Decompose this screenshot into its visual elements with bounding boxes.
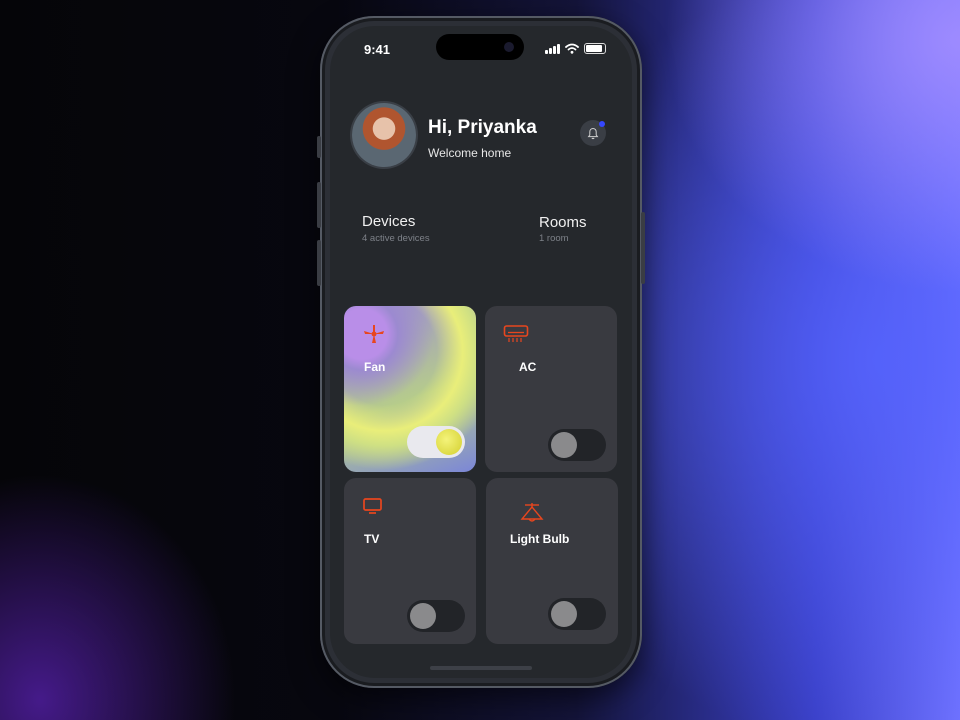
- tab-rooms-count: 1 room: [539, 233, 569, 244]
- device-card-tv[interactable]: TV: [344, 478, 476, 644]
- ac-icon: [503, 325, 529, 342]
- volume-up-button: [317, 182, 321, 228]
- notification-button[interactable]: [580, 120, 606, 146]
- status-time: 9:41: [364, 42, 391, 57]
- power-button: [641, 212, 645, 284]
- signal-icon: [545, 44, 560, 54]
- tv-icon: [363, 498, 382, 514]
- toggle-knob: [551, 432, 577, 458]
- tab-rooms[interactable]: Rooms: [539, 214, 587, 231]
- notification-dot: [599, 121, 605, 127]
- wifi-icon: [565, 43, 579, 54]
- toggle-light-bulb[interactable]: [548, 598, 606, 630]
- home-indicator[interactable]: [430, 666, 532, 670]
- bell-icon: [587, 127, 599, 139]
- tab-devices-count: 4 active devices: [362, 233, 430, 244]
- device-name-light-bulb: Light Bulb: [510, 532, 570, 546]
- app-screen: 9:41 Hi, Priyanka Welcome home Devices 4…: [330, 26, 632, 678]
- volume-down-button: [317, 240, 321, 286]
- toggle-ac[interactable]: [548, 429, 606, 461]
- status-icons: [545, 43, 606, 54]
- mute-switch: [317, 136, 321, 158]
- toggle-knob: [436, 429, 462, 455]
- greeting-title: Hi, Priyanka: [428, 117, 537, 138]
- fan-icon: [364, 325, 384, 343]
- toggle-tv[interactable]: [407, 600, 465, 632]
- tab-devices[interactable]: Devices: [362, 213, 415, 230]
- battery-icon: [584, 43, 606, 54]
- device-name-tv: TV: [364, 532, 380, 546]
- toggle-knob: [410, 603, 436, 629]
- device-name-ac: AC: [519, 360, 537, 374]
- device-card-fan[interactable]: Fan: [344, 306, 476, 472]
- device-card-light-bulb[interactable]: Light Bulb: [486, 478, 618, 644]
- device-card-ac[interactable]: AC: [485, 306, 617, 472]
- toggle-fan[interactable]: [407, 426, 465, 458]
- device-name-fan: Fan: [364, 360, 386, 374]
- greeting-subtitle: Welcome home: [428, 146, 512, 160]
- dynamic-island: [436, 34, 524, 60]
- avatar[interactable]: [352, 103, 416, 167]
- phone-frame: 9:41 Hi, Priyanka Welcome home Devices 4…: [317, 16, 645, 688]
- light-bulb-icon: [520, 503, 544, 522]
- toggle-knob: [551, 601, 577, 627]
